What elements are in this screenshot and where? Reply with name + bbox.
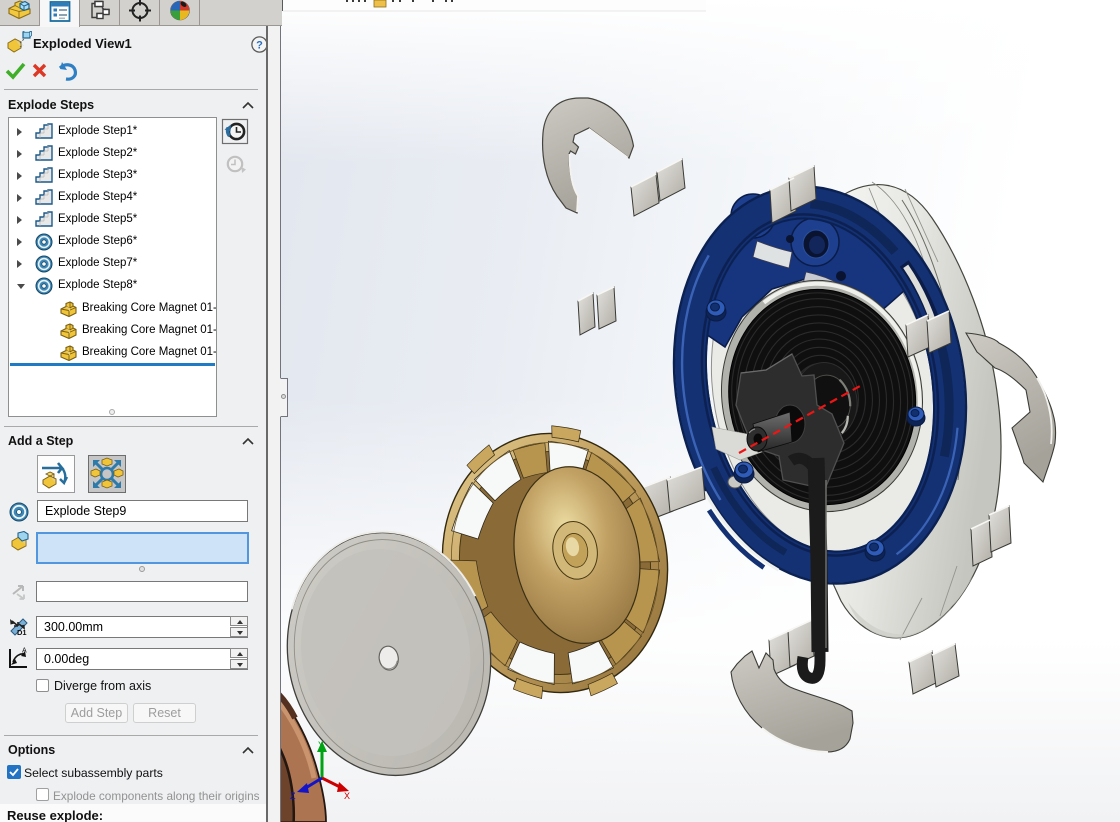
svg-text:X: X <box>344 791 350 801</box>
svg-text:D1: D1 <box>17 628 27 637</box>
svg-text:A: A <box>22 648 27 655</box>
svg-text:Z: Z <box>290 791 296 801</box>
svg-text:?: ? <box>256 39 263 51</box>
svg-text:Y: Y <box>318 740 324 750</box>
